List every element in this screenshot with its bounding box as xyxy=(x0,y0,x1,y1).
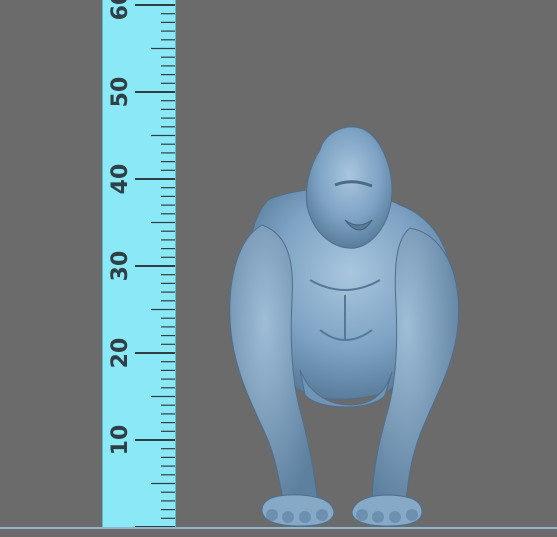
gorilla-head xyxy=(305,126,393,249)
gorilla-knuckles xyxy=(266,509,418,523)
ground-plane-line xyxy=(0,527,557,529)
gorilla-model[interactable] xyxy=(0,0,557,537)
3d-viewport[interactable]: 10 20 30 40 50 60 xyxy=(0,0,557,537)
